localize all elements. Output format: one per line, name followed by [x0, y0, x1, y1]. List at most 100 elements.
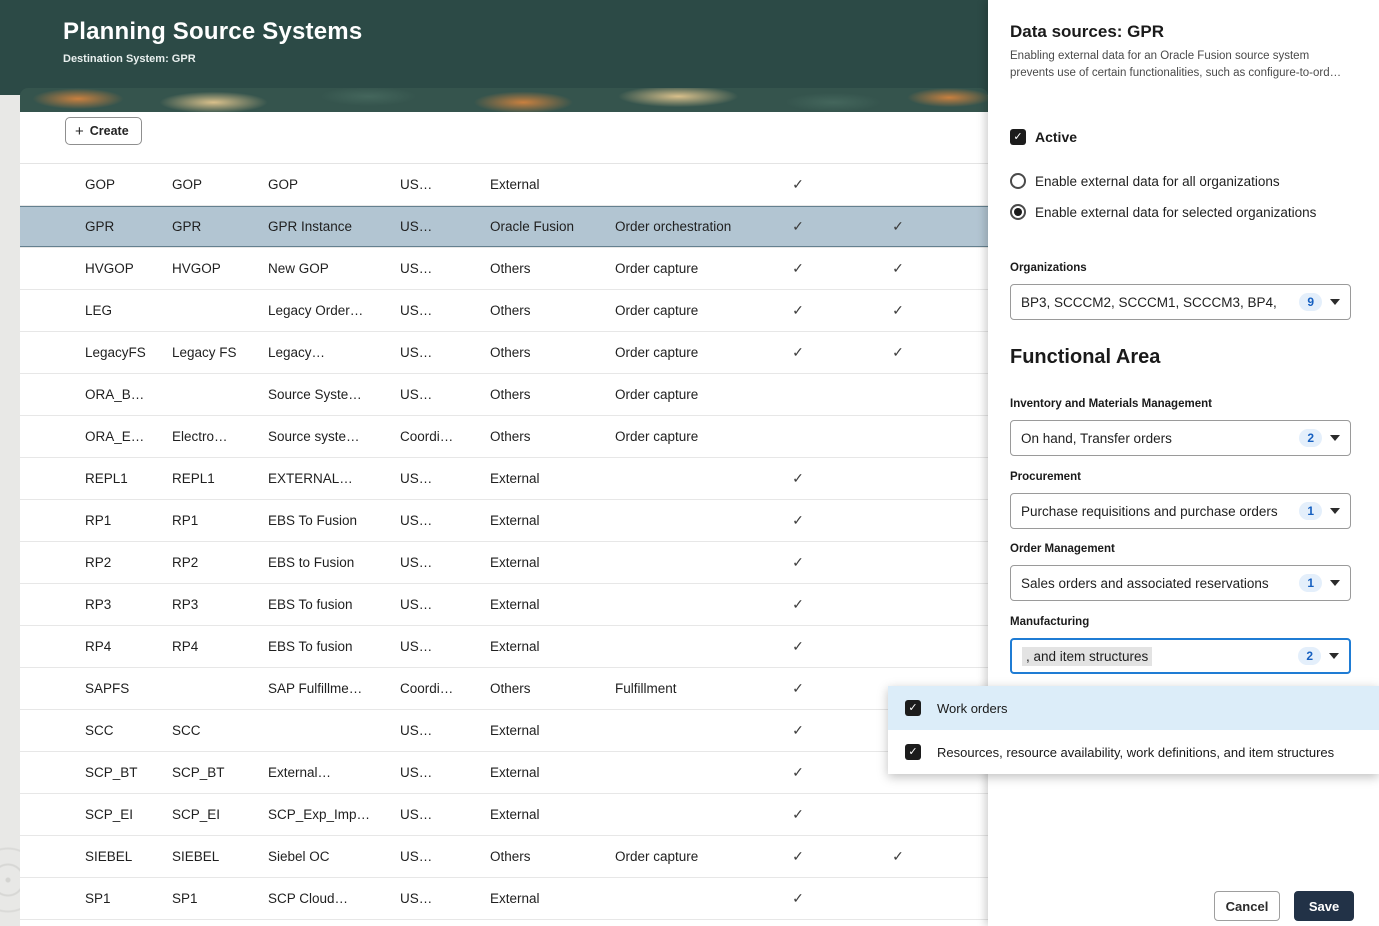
radio-selected-organizations[interactable] [1010, 204, 1026, 220]
table-row[interactable]: LegacyFS Legacy FS Legacy… US… Others Or… [20, 332, 988, 374]
cell-4: US… [400, 513, 490, 528]
cell-1: SCP_EI [20, 807, 172, 822]
radio-selected-organizations-label: Enable external data for selected organi… [1035, 205, 1316, 220]
chevron-down-icon [1330, 508, 1340, 514]
cell-5: External [490, 807, 615, 822]
active-checkbox[interactable] [1010, 129, 1026, 145]
cell-4: US… [400, 177, 490, 192]
chevron-down-icon [1330, 299, 1340, 305]
cell-1: SIEBEL [20, 849, 172, 864]
organizations-value: BP3, SCCCM2, SCCCM1, SCCCM3, BP4, [1021, 295, 1291, 310]
inventory-select[interactable]: On hand, Transfer orders 2 [1010, 420, 1351, 456]
active-checkbox-row: Active [1010, 129, 1077, 145]
radio-selected-organizations-row: Enable external data for selected organi… [1010, 204, 1316, 220]
panel-description: Enabling external data for an Oracle Fus… [1010, 48, 1356, 83]
table-row[interactable]: RP3 RP3 EBS To fusion US… External ✓ [20, 584, 988, 626]
cell-4: US… [400, 891, 490, 906]
table-row[interactable]: SP1 SP1 SCP Cloud… US… External ✓ [20, 878, 988, 920]
table-row[interactable]: SIEBEL SIEBEL Siebel OC US… Others Order… [20, 836, 988, 878]
table-row[interactable]: GPR GPR GPR Instance US… Oracle Fusion O… [20, 206, 988, 248]
cell-2: GOP [172, 177, 268, 192]
cell-3: GOP [268, 177, 400, 192]
table-row[interactable]: SCP_EI SCP_EI SCP_Exp_Imp… US… External … [20, 794, 988, 836]
checkmark-icon: ✓ [748, 890, 848, 907]
cancel-button[interactable]: Cancel [1214, 891, 1280, 921]
cell-3: Source syste… [268, 429, 400, 444]
dropdown-option-work-orders[interactable]: Work orders [888, 686, 1379, 730]
checkmark-icon: ✓ [848, 848, 948, 865]
table-row[interactable]: SCC SCC US… External ✓ [20, 710, 988, 752]
cell-3: EXTERNAL… [268, 471, 400, 486]
checkmark-icon: ✓ [748, 302, 848, 319]
table-row[interactable]: LEG Legacy Order… US… Others Order captu… [20, 290, 988, 332]
cell-4: US… [400, 387, 490, 402]
order-management-select[interactable]: Sales orders and associated reservations… [1010, 565, 1351, 601]
checkmark-icon: ✓ [848, 260, 948, 277]
organizations-label: Organizations [1010, 262, 1087, 274]
cell-6: Order orchestration [615, 219, 748, 234]
cell-5: External [490, 471, 615, 486]
checkmark-icon: ✓ [848, 218, 948, 235]
cell-1: SAPFS [20, 681, 172, 696]
table-row[interactable]: ORA_B… Source Syste… US… Others Order ca… [20, 374, 988, 416]
cell-6: Order capture [615, 345, 748, 360]
option-checkbox[interactable] [905, 744, 921, 760]
option-checkbox[interactable] [905, 700, 921, 716]
organizations-select[interactable]: BP3, SCCCM2, SCCCM1, SCCCM3, BP4, 9 [1010, 284, 1351, 320]
table-row[interactable]: HVGOP HVGOP New GOP US… Others Order cap… [20, 248, 988, 290]
table-row[interactable]: REPL1 REPL1 EXTERNAL… US… External ✓ [20, 458, 988, 500]
cell-2: RP4 [172, 639, 268, 654]
table-row[interactable]: GOP GOP GOP US… External ✓ [20, 164, 988, 206]
cell-3: SAP Fulfillme… [268, 681, 400, 696]
inventory-value: On hand, Transfer orders [1021, 431, 1291, 446]
cell-4: Coordi… [400, 681, 490, 696]
chevron-down-icon [1329, 653, 1339, 659]
cell-5: External [490, 597, 615, 612]
cell-4: US… [400, 303, 490, 318]
cell-5: Others [490, 345, 615, 360]
option-label: Work orders [937, 701, 1008, 716]
cell-3: Legacy… [268, 345, 400, 360]
radio-all-organizations[interactable] [1010, 173, 1026, 189]
cell-3: Source Syste… [268, 387, 400, 402]
panel-title: Data sources: GPR [1010, 22, 1164, 42]
create-button-label: Create [90, 124, 129, 138]
checkmark-icon: ✓ [748, 806, 848, 823]
cell-2: Legacy FS [172, 345, 268, 360]
option-label: Resources, resource availability, work d… [937, 745, 1334, 760]
procurement-count-badge: 1 [1299, 502, 1322, 520]
radio-all-organizations-row: Enable external data for all organizatio… [1010, 173, 1280, 189]
table-row[interactable]: ORA_E… Electro… Source syste… Coordi… Ot… [20, 416, 988, 458]
procurement-value: Purchase requisitions and purchase order… [1021, 504, 1291, 519]
cell-5: Others [490, 849, 615, 864]
order-management-label: Order Management [1010, 543, 1115, 555]
procurement-label: Procurement [1010, 471, 1081, 483]
dropdown-option-resources[interactable]: Resources, resource availability, work d… [888, 730, 1379, 774]
save-button[interactable]: Save [1294, 891, 1354, 921]
cell-2: REPL1 [172, 471, 268, 486]
cell-4: US… [400, 555, 490, 570]
table-row[interactable]: SCP_BT SCP_BT External… US… External ✓ [20, 752, 988, 794]
table-row[interactable]: RP4 RP4 EBS To fusion US… External ✓ [20, 626, 988, 668]
app-header: Planning Source Systems Destination Syst… [0, 0, 988, 95]
table-row[interactable]: RP1 RP1 EBS To Fusion US… External ✓ [20, 500, 988, 542]
manufacturing-select[interactable]: , and item structures 2 [1010, 638, 1351, 674]
radio-all-organizations-label: Enable external data for all organizatio… [1035, 174, 1280, 189]
cell-1: ORA_B… [20, 387, 172, 402]
cell-1: GPR [20, 219, 172, 234]
cell-3: EBS To fusion [268, 597, 400, 612]
table-row[interactable]: RP2 RP2 EBS to Fusion US… External ✓ [20, 542, 988, 584]
cell-6: Fulfillment [615, 681, 748, 696]
table-row[interactable]: SAPFS SAP Fulfillme… Coordi… Others Fulf… [20, 668, 988, 710]
manufacturing-label: Manufacturing [1010, 616, 1089, 628]
procurement-select[interactable]: Purchase requisitions and purchase order… [1010, 493, 1351, 529]
cell-6: Order capture [615, 303, 748, 318]
cell-5: External [490, 555, 615, 570]
decorative-banner [20, 88, 988, 112]
cell-1: GOP [20, 177, 172, 192]
cell-4: US… [400, 345, 490, 360]
manufacturing-count-badge: 2 [1298, 647, 1321, 665]
cell-5: External [490, 723, 615, 738]
cell-5: Others [490, 387, 615, 402]
create-button[interactable]: + Create [65, 117, 142, 145]
